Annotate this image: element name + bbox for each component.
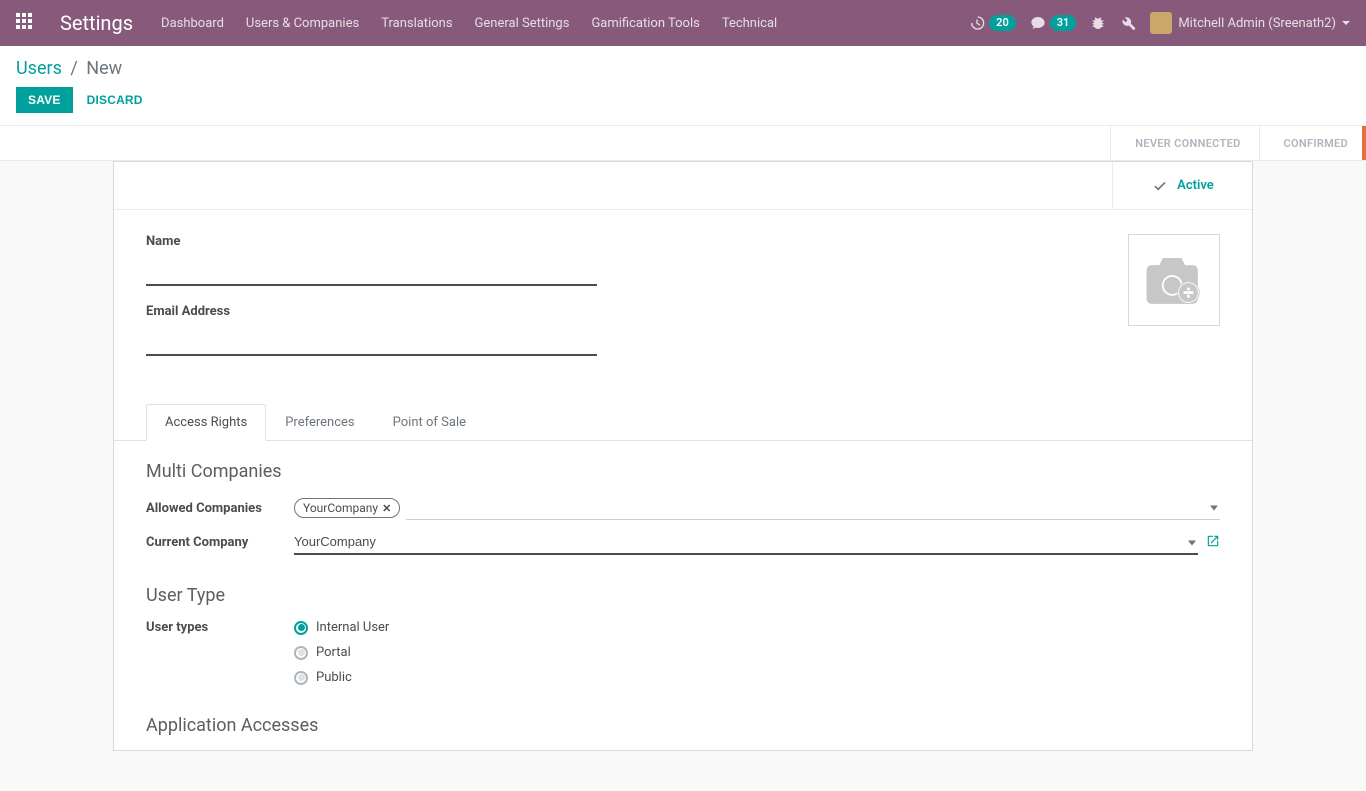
user-avatar-icon <box>1150 12 1172 34</box>
breadcrumb-separator: / <box>70 58 77 79</box>
photo-upload[interactable] <box>1128 234 1220 326</box>
user-type-title: User Type <box>146 585 1220 606</box>
menu-translations[interactable]: Translations <box>381 16 452 31</box>
company-tag[interactable]: YourCompany ✕ <box>294 498 400 518</box>
email-input[interactable] <box>146 321 597 356</box>
radio-portal[interactable]: Portal <box>294 645 389 660</box>
user-name-label: Mitchell Admin (Sreenath2) <box>1178 16 1336 31</box>
chevron-down-icon[interactable] <box>1188 540 1196 545</box>
menu-gamification[interactable]: Gamification Tools <box>591 16 699 31</box>
user-menu[interactable]: Mitchell Admin (Sreenath2) <box>1150 12 1350 34</box>
menu-technical[interactable]: Technical <box>722 16 777 31</box>
remove-tag-icon[interactable]: ✕ <box>382 502 391 515</box>
menu-dashboard[interactable]: Dashboard <box>161 16 224 31</box>
company-tag-label: YourCompany <box>303 501 378 515</box>
top-navbar: Settings Dashboard Users & Companies Tra… <box>0 0 1366 46</box>
save-button[interactable]: SAVE <box>16 87 73 113</box>
user-types-label: User types <box>146 620 294 635</box>
tab-point-of-sale[interactable]: Point of Sale <box>374 404 485 441</box>
main-menu: Dashboard Users & Companies Translations… <box>161 16 777 31</box>
external-link-icon[interactable] <box>1206 534 1220 552</box>
radio-portal-label: Portal <box>316 645 351 660</box>
menu-general-settings[interactable]: General Settings <box>475 16 570 31</box>
accent-edge <box>1362 126 1366 160</box>
radio-internal-label: Internal User <box>316 620 389 635</box>
multi-companies-title: Multi Companies <box>146 461 1220 482</box>
statusbar: NEVER CONNECTED CONFIRMED <box>0 125 1366 161</box>
breadcrumb-users[interactable]: Users <box>16 58 62 79</box>
radio-public-label: Public <box>316 670 352 685</box>
app-accesses-title: Application Accesses <box>146 715 1220 736</box>
email-label: Email Address <box>146 304 597 319</box>
radio-public[interactable]: Public <box>294 670 389 685</box>
form-container: Active Name Email Address <box>0 161 1366 791</box>
name-input[interactable] <box>146 251 597 286</box>
camera-plus-icon <box>1138 250 1210 310</box>
debug-icon[interactable] <box>1090 15 1106 31</box>
active-toggle[interactable]: Active <box>1112 162 1252 210</box>
tab-access-rights[interactable]: Access Rights <box>146 404 266 441</box>
radio-icon <box>294 621 308 635</box>
check-icon <box>1151 178 1169 193</box>
section-multi-companies: Multi Companies Allowed Companies YourCo… <box>146 441 1220 555</box>
tab-preferences[interactable]: Preferences <box>266 404 373 441</box>
dev-tools-icon[interactable] <box>1120 15 1136 31</box>
name-label: Name <box>146 234 597 249</box>
activities-count-badge: 20 <box>989 15 1016 31</box>
discard-button[interactable]: DISCARD <box>87 93 143 107</box>
apps-icon[interactable] <box>16 13 36 33</box>
current-company-label: Current Company <box>146 535 294 550</box>
radio-icon <box>294 671 308 685</box>
chevron-down-icon <box>1342 21 1350 25</box>
active-label: Active <box>1177 178 1214 193</box>
allowed-companies-label: Allowed Companies <box>146 501 294 516</box>
app-title: Settings <box>60 11 133 35</box>
section-user-type: User Type User types Internal User Porta… <box>146 565 1220 685</box>
control-panel: Users / New SAVE DISCARD <box>0 46 1366 125</box>
status-confirmed[interactable]: CONFIRMED <box>1259 126 1366 160</box>
activities-icon[interactable]: 20 <box>969 15 1016 31</box>
chevron-down-icon[interactable] <box>1210 506 1218 511</box>
current-company-input[interactable] <box>294 530 1198 555</box>
radio-icon <box>294 646 308 660</box>
radio-internal-user[interactable]: Internal User <box>294 620 389 635</box>
allowed-companies-input[interactable] <box>406 496 1220 520</box>
breadcrumb-current: New <box>86 58 122 79</box>
messages-icon[interactable]: 31 <box>1030 15 1077 31</box>
breadcrumb: Users / New <box>16 58 1350 79</box>
menu-users-companies[interactable]: Users & Companies <box>246 16 359 31</box>
status-never-connected[interactable]: NEVER CONNECTED <box>1110 126 1258 160</box>
messages-count-badge: 31 <box>1050 15 1077 31</box>
section-app-accesses: Application Accesses <box>146 695 1220 736</box>
tabs: Access Rights Preferences Point of Sale <box>114 404 1252 441</box>
form-sheet: Active Name Email Address <box>113 161 1253 751</box>
